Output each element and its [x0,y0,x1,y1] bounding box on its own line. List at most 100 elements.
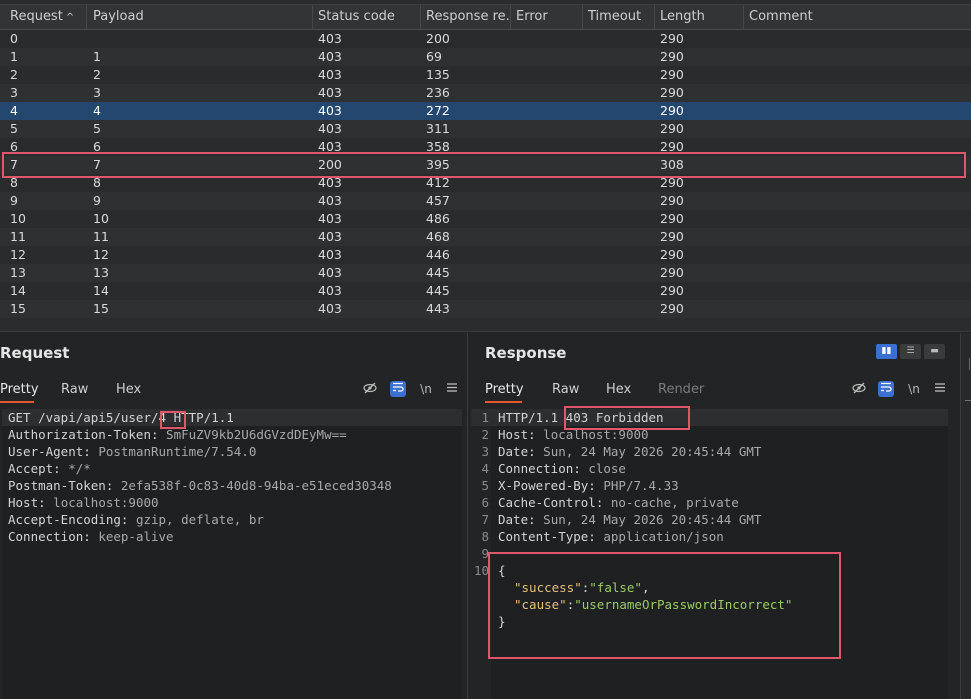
table-row[interactable]: 14 14 403 445 290 [0,282,971,300]
table-cell-payload: 9 [93,193,101,208]
table-row[interactable]: 7 7 200 395 308 [0,156,971,174]
response-line: 3 Date: Sun, 24 May 2026 20:45:44 GMT [471,443,948,460]
line-number: 7 [481,512,489,527]
request-line: Authorization-Token: SmFuZV9kb2U6dGVzdDE… [8,427,347,442]
layout-tabs-icon[interactable]: ▬ [924,344,945,359]
table-cell-payload: 3 [93,85,101,100]
table-cell-timeout [583,30,655,48]
table-cell-timeout [583,48,655,66]
layout-horizontal-icon[interactable]: ☰ [900,344,921,359]
table-cell-payload: 13 [93,265,109,280]
table-row[interactable]: 2 2 403 135 290 [0,66,971,84]
table-cell-length: 290 [660,121,684,136]
response-line: 5 X-Powered-By: PHP/7.4.33 [471,477,948,494]
layout-side-by-side-icon[interactable]: ▮▮ [876,344,897,359]
table-cell-length: 290 [660,283,684,298]
column-header-comment[interactable]: Comment [744,5,971,30]
table-cell-request: 0 [10,31,18,46]
side-panel-edge [960,333,971,699]
table-cell-response: 311 [426,121,450,136]
table-cell-comment [744,84,971,102]
pane-splitter[interactable] [0,322,971,332]
table-cell-payload: 1 [93,49,101,64]
newline-toggle-icon[interactable]: \n [418,381,434,397]
table-row[interactable]: 12 12 403 446 290 [0,246,971,264]
results-table: Request ^ Payload Status code Response re… [0,0,971,332]
table-cell-timeout [583,120,655,138]
tab-raw[interactable]: Raw [61,377,88,403]
column-header-payload[interactable]: Payload [88,5,313,30]
json-success-line: "success":"false", [514,580,650,595]
tab-raw[interactable]: Raw [552,377,579,403]
column-header-timeout[interactable]: Timeout [583,5,655,30]
menu-icon[interactable] [444,381,460,397]
json-cause-line: "cause":"usernameOrPasswordIncorrect" [514,597,793,612]
table-row[interactable]: 5 5 403 311 290 [0,120,971,138]
table-cell-error [511,264,583,282]
table-cell-status: 403 [318,247,342,262]
tab-render[interactable]: Render [658,377,704,403]
table-cell-request: 7 [10,157,18,172]
table-cell-request: 10 [10,211,26,226]
table-cell-error [511,120,583,138]
column-header-length[interactable]: Length [655,5,744,30]
table-cell-length: 290 [660,175,684,190]
column-header-request[interactable]: Request ^ [5,5,87,30]
table-cell-error [511,192,583,210]
column-header-error[interactable]: Error [511,5,583,30]
table-cell-response: 236 [426,85,450,100]
table-cell-payload: 7 [93,157,101,172]
table-cell-request: 3 [10,85,18,100]
table-cell-length: 290 [660,265,684,280]
tab-pretty[interactable]: Pretty [485,377,524,403]
table-row[interactable]: 0 403 200 290 [0,30,971,48]
table-cell-timeout [583,282,655,300]
eye-off-icon[interactable] [851,381,867,397]
table-cell-status: 403 [318,103,342,118]
wrap-icon[interactable] [878,381,894,397]
table-cell-payload: 5 [93,121,101,136]
request-line: Accept-Encoding: gzip, deflate, br [8,512,264,527]
table-cell-error [511,300,583,318]
table-cell-response: 69 [426,49,442,64]
table-row[interactable]: 13 13 403 445 290 [0,264,971,282]
line-number: 2 [481,427,489,442]
response-line: 10{ [471,562,948,579]
table-cell-comment [744,282,971,300]
response-editor[interactable]: 1 HTTP/1.1 403 Forbidden 2 Host: localhost:… [471,409,948,699]
table-row[interactable]: 1 1 403 69 290 [0,48,971,66]
table-cell-length: 290 [660,247,684,262]
newline-toggle-icon[interactable]: \n [906,381,922,397]
table-row[interactable]: 11 11 403 468 290 [0,228,971,246]
tab-hex[interactable]: Hex [606,377,631,403]
column-header-status-code[interactable]: Status code [313,5,421,30]
table-row[interactable]: 9 9 403 457 290 [0,192,971,210]
wrap-icon[interactable] [390,381,406,397]
table-cell-response: 272 [426,103,450,118]
table-cell-comment [744,30,971,48]
request-editor[interactable]: GET /vapi/api5/user/4 HTTP/1.1 Authoriza… [2,409,462,699]
table-cell-timeout [583,210,655,228]
table-row[interactable]: 15 15 403 443 290 [0,300,971,318]
table-cell-request: 5 [10,121,18,136]
table-row[interactable]: 8 8 403 412 290 [0,174,971,192]
table-row[interactable]: 4 4 403 272 290 [0,102,971,120]
column-header-response-received[interactable]: Response re... [421,5,511,30]
table-cell-request: 4 [10,103,18,118]
eye-off-icon[interactable] [362,381,378,397]
table-row[interactable]: 6 6 403 358 290 [0,138,971,156]
table-cell-length: 290 [660,49,684,64]
table-row[interactable]: 3 3 403 236 290 [0,84,971,102]
table-cell-status: 403 [318,139,342,154]
table-cell-response: 443 [426,301,450,316]
tab-hex[interactable]: Hex [116,377,141,403]
table-row[interactable]: 10 10 403 486 290 [0,210,971,228]
table-cell-error [511,84,583,102]
table-cell-comment [744,210,971,228]
tab-pretty[interactable]: Pretty [0,377,39,403]
menu-icon[interactable] [932,381,948,397]
table-cell-length: 290 [660,31,684,46]
table-cell-payload [88,30,313,48]
table-cell-request: 15 [10,301,26,316]
table-cell-status: 403 [318,211,342,226]
